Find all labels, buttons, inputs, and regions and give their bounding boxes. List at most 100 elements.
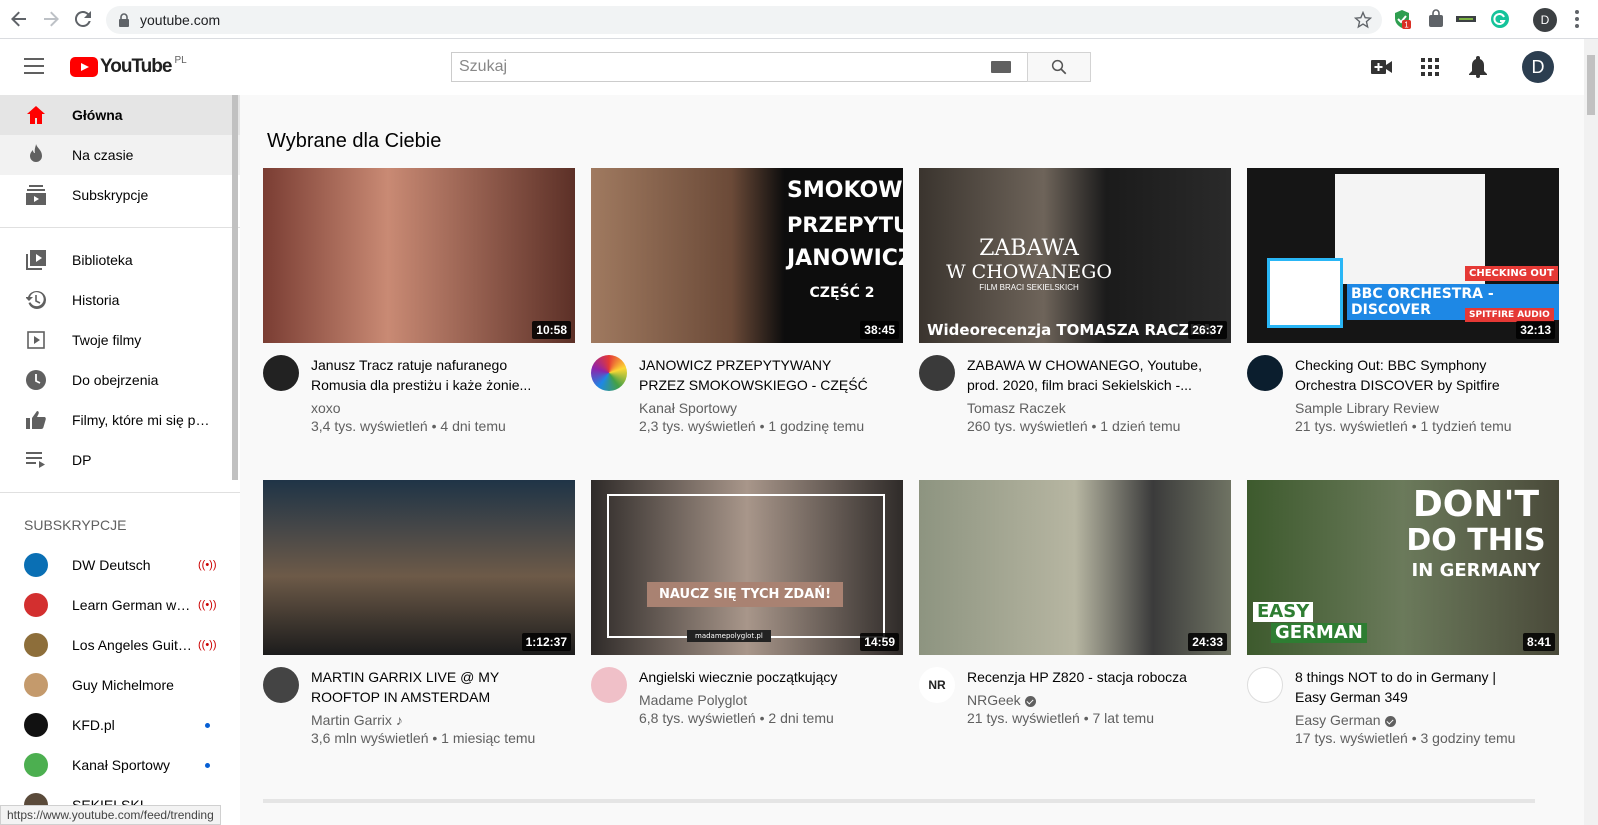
channel-name[interactable]: Martin Garrix ♪ [311, 711, 547, 729]
video-thumbnail[interactable]: ZABAWA W CHOWANEGO FILM BRACI SEKIELSKIC… [919, 168, 1231, 343]
video-card[interactable]: CHECKING OUT BBC ORCHESTRA - DISCOVER SP… [1247, 168, 1559, 435]
notifications-bell-icon[interactable] [1466, 55, 1490, 79]
video-title[interactable]: ZABAWA W CHOWANEGO, Youtube, prod. 2020,… [967, 355, 1203, 395]
video-thumbnail[interactable]: CHECKING OUT BBC ORCHESTRA - DISCOVER SP… [1247, 168, 1559, 343]
sidebar-item-label: Historia [72, 292, 120, 308]
shield-extension-icon[interactable]: 1 [1392, 9, 1412, 30]
channel-avatar [24, 713, 48, 737]
status-url-tooltip: https://www.youtube.com/feed/trending [0, 805, 221, 825]
video-card[interactable]: 24:33 NR Recenzja HP Z820 - stacja roboc… [919, 480, 1231, 727]
video-stats: 260 tys. wyświetleń • 1 dzień temu [967, 418, 1181, 434]
video-title[interactable]: Angielski wiecznie początkujący [639, 667, 875, 687]
video-card[interactable]: NAUCZ SIĘ TYCH ZDAŃ! madamepolyglot.pl 1… [591, 480, 903, 727]
channel-avatar[interactable] [591, 355, 627, 391]
sidebar-item-liked-videos[interactable]: Filmy, które mi się po... [0, 400, 240, 440]
bookmark-star-icon[interactable] [1353, 10, 1373, 34]
video-thumbnail[interactable]: SMOKOWSKI PRZEPYTUJE JANOWICZA CZĘŚĆ 2 3… [591, 168, 903, 343]
search-button[interactable] [1027, 52, 1091, 82]
video-card[interactable]: ZABAWA W CHOWANEGO FILM BRACI SEKIELSKIC… [919, 168, 1231, 435]
channel-name[interactable]: xoxo [311, 399, 547, 417]
subscription-label: Guy Michelmore [72, 677, 174, 693]
subscription-item-learn-german[interactable]: Learn German with... ((•)) [0, 585, 240, 625]
sidebar-item-your-videos[interactable]: Twoje filmy [0, 320, 240, 360]
channel-avatar[interactable] [263, 667, 299, 703]
subscription-label: KFD.pl [72, 717, 115, 733]
flame-icon [24, 143, 48, 167]
search-input[interactable] [452, 53, 1027, 81]
guide-menu-icon[interactable] [24, 58, 44, 79]
subscriptions-icon [24, 183, 48, 207]
channel-avatar[interactable] [263, 355, 299, 391]
forward-icon[interactable] [40, 8, 62, 30]
sidebar-item-subscriptions[interactable]: Subskrypcje [0, 175, 240, 215]
bag-extension-icon[interactable] [1426, 9, 1446, 29]
subscription-item-dw-deutsch[interactable]: DW Deutsch ((•)) [0, 545, 240, 585]
channel-name[interactable]: Tomasz Raczek [967, 399, 1203, 417]
channel-name[interactable]: Madame Polyglot [639, 691, 875, 709]
video-card[interactable]: SMOKOWSKI PRZEPYTUJE JANOWICZA CZĘŚĆ 2 3… [591, 168, 903, 435]
apps-grid-icon[interactable] [1418, 55, 1442, 79]
account-avatar[interactable]: D [1522, 51, 1554, 83]
create-video-icon[interactable] [1370, 55, 1394, 79]
video-title[interactable]: Checking Out: BBC Symphony Orchestra DIS… [1295, 355, 1531, 395]
channel-avatar[interactable] [1247, 667, 1283, 703]
video-title[interactable]: JANOWICZ PRZEPYTYWANY PRZEZ SMOKOWSKIEGO… [639, 355, 875, 395]
channel-avatar[interactable] [1247, 355, 1283, 391]
browser-profile-avatar[interactable]: D [1533, 8, 1557, 32]
video-card[interactable]: DON'T DO THIS IN GERMANY EASY GERMAN 8:4… [1247, 480, 1559, 747]
subscription-item-kanal-sportowy[interactable]: Kanał Sportowy [0, 745, 240, 785]
video-stats: 2,3 tys. wyświetleń • 1 godzinę temu [639, 418, 865, 434]
sidebar-item-home[interactable]: Główna [0, 95, 240, 135]
watch-later-icon [24, 368, 48, 392]
sidebar-item-history[interactable]: Historia [0, 280, 240, 320]
sidebar-item-label: Subskrypcje [72, 187, 149, 203]
channel-name[interactable]: Kanał Sportowy [639, 399, 875, 417]
channel-avatar[interactable] [591, 667, 627, 703]
sidebar-item-playlist-dp[interactable]: DP [0, 440, 240, 480]
thumbnail-tag: CHECKING OUT [1465, 266, 1558, 281]
keyboard-icon[interactable] [991, 61, 1011, 73]
sidebar-item-library[interactable]: Biblioteka [0, 240, 240, 280]
video-title[interactable]: 8 things NOT to do in Germany | Easy Ger… [1295, 667, 1531, 707]
search-bar [451, 52, 1091, 82]
playlist-icon [24, 448, 48, 472]
sidebar-item-trending[interactable]: Na czasie [0, 135, 240, 175]
video-card[interactable]: 10:58 Janusz Tracz ratuje nafuranego Rom… [263, 168, 575, 435]
channel-name[interactable]: Easy German [1295, 711, 1531, 729]
thumbnail-url: madamepolyglot.pl [687, 630, 771, 642]
video-thumbnail[interactable]: 1:12:37 [263, 480, 575, 655]
channel-avatar[interactable] [919, 355, 955, 391]
video-thumbnail[interactable]: 10:58 [263, 168, 575, 343]
sidebar-item-watch-later[interactable]: Do obejrzenia [0, 360, 240, 400]
main-content: Wybrane dla Ciebie 10:58 Janusz Tracz ra… [240, 95, 1584, 825]
thumbnail-inset [1267, 258, 1343, 328]
browser-toolbar: youtube.com 1 D [0, 0, 1598, 39]
address-bar[interactable]: youtube.com [106, 6, 1382, 34]
subscription-item-guy-michelmore[interactable]: Guy Michelmore [0, 665, 240, 705]
video-title[interactable]: Janusz Tracz ratuje nafuranego Romusia d… [311, 355, 547, 395]
channel-name[interactable]: Sample Library Review [1295, 399, 1531, 417]
youtube-logo[interactable]: YouTube PL [70, 55, 187, 79]
subscription-item-la-guitar[interactable]: Los Angeles Guitar... ((•)) [0, 625, 240, 665]
subscription-item-kfd[interactable]: KFD.pl [0, 705, 240, 745]
page-scrollbar[interactable] [1584, 39, 1598, 825]
youtube-play-logo-icon [70, 57, 98, 77]
grammarly-icon[interactable] [1490, 9, 1510, 29]
reload-icon[interactable] [72, 8, 94, 30]
browser-menu-icon[interactable] [1575, 10, 1579, 31]
sidebar-scrollbar[interactable] [232, 95, 238, 480]
youtube-masthead: YouTube PL D [0, 39, 1584, 95]
sidebar-item-label: Do obejrzenia [72, 372, 159, 388]
channel-name[interactable]: NRGeek [967, 691, 1203, 709]
video-title[interactable]: Recenzja HP Z820 - stacja robocza [967, 667, 1203, 687]
back-icon[interactable] [8, 8, 30, 30]
channel-avatar[interactable]: NR [919, 667, 955, 703]
video-title[interactable]: MARTIN GARRIX LIVE @ MY ROOFTOP IN AMSTE… [311, 667, 547, 707]
video-card[interactable]: 1:12:37 MARTIN GARRIX LIVE @ MY ROOFTOP … [263, 480, 575, 747]
video-thumbnail[interactable]: NAUCZ SIĘ TYCH ZDAŃ! madamepolyglot.pl 1… [591, 480, 903, 655]
video-duration: 24:33 [1188, 633, 1227, 651]
thumbnail-frame [607, 494, 885, 638]
video-thumbnail[interactable]: 24:33 [919, 480, 1231, 655]
video-thumbnail[interactable]: DON'T DO THIS IN GERMANY EASY GERMAN 8:4… [1247, 480, 1559, 655]
sync-extension-icon[interactable] [1455, 9, 1476, 29]
